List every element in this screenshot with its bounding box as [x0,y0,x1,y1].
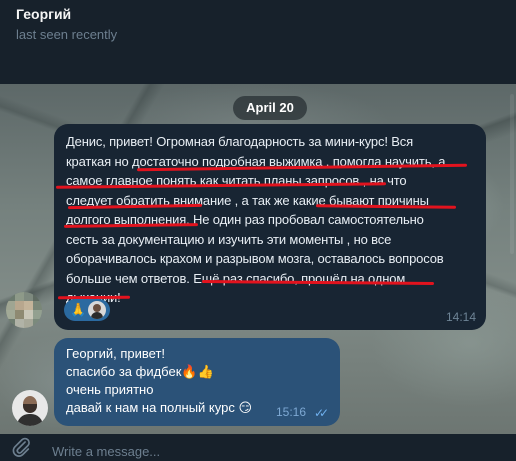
header-divider [0,52,516,84]
avatar-shirt [17,414,43,426]
date-separator: April 20 [233,96,307,120]
own-avatar[interactable] [12,390,48,426]
message-line: оборачивалось крахом и разрывом мозга, о… [66,251,444,266]
message-line: Денис, привет! Огромная благодарность за… [66,134,414,149]
incoming-timestamp: 14:14 [445,310,476,324]
outgoing-message-bubble[interactable]: Георгий, привет! спасибо за фидбек🔥👍 оче… [54,338,340,426]
reactions-badge[interactable]: 🙏 [64,299,110,321]
message-line: сесть за документацию и изучить эти моме… [66,231,392,247]
message-composer [0,434,516,461]
outgoing-timestamp: 15:16 [276,405,307,419]
avatar-beard [23,404,37,413]
paperclip-icon[interactable] [10,436,32,458]
last-seen-status: last seen recently [16,27,118,42]
chat-header[interactable]: Георгий last seen recently [0,0,516,52]
message-line: больше чем ответов. Ещё раз спасибо, про… [66,270,406,286]
contact-name[interactable]: Георгий [16,6,71,22]
double-check-icon: ✓✓ [314,406,329,420]
chat-scrollbar[interactable] [510,94,514,254]
message-line: очень приятно [66,382,154,397]
message-line: Георгий, привет! [66,346,166,361]
incoming-message-bubble[interactable]: Денис, привет! Огромная благодарность за… [54,124,486,330]
message-input[interactable] [52,438,492,461]
reactor-avatar [88,301,106,319]
message-line: спасибо за фидбек🔥👍 [66,364,214,379]
sender-avatar-pixelated[interactable] [6,292,42,328]
message-line: давай к нам на полный курс 😏 [66,400,253,415]
pray-reaction-icon: 🙏 [70,302,87,317]
